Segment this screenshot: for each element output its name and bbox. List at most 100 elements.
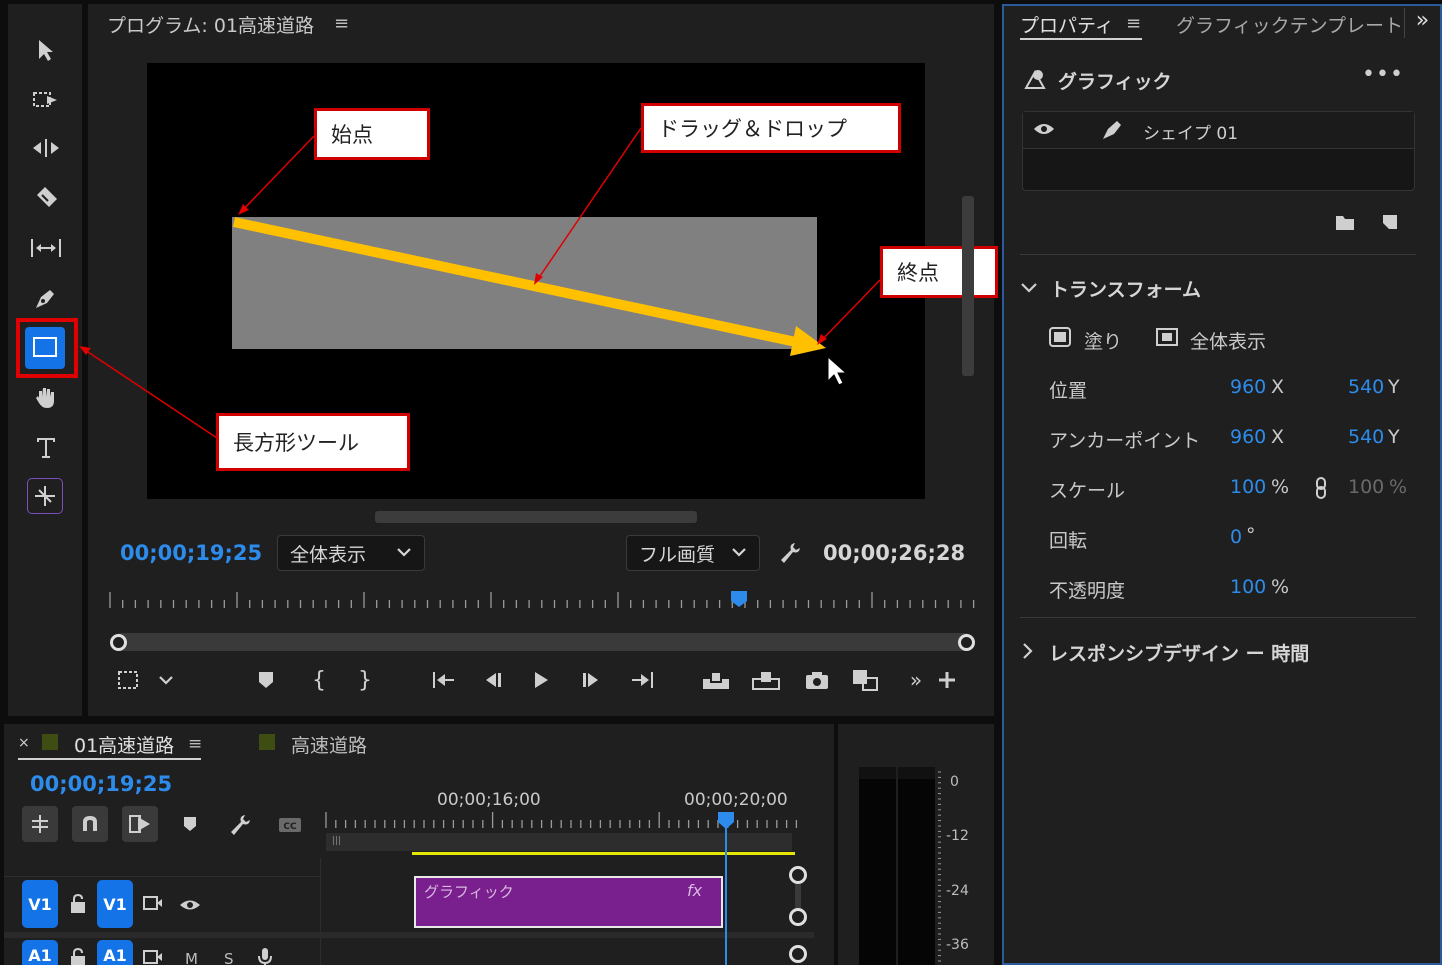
- audio-meter-scale: [938, 771, 941, 962]
- zoom-handle-right[interactable]: [958, 634, 975, 651]
- track-divider: [4, 932, 814, 938]
- current-timecode[interactable]: 00;00;19;25: [120, 541, 262, 565]
- more-options-icon[interactable]: •••: [1362, 62, 1404, 87]
- solo-button[interactable]: S: [224, 950, 234, 965]
- fit-icon[interactable]: [1155, 326, 1179, 352]
- marker-icon: [259, 672, 273, 688]
- anchor-y-value[interactable]: 540: [1348, 426, 1384, 448]
- lock-icon[interactable]: [69, 947, 87, 965]
- graphic-icon: [1022, 66, 1048, 96]
- track-divider: [4, 876, 320, 877]
- tab-graphic-templates[interactable]: グラフィックテンプレート: [1176, 11, 1403, 38]
- more-controls-button[interactable]: »: [900, 665, 932, 695]
- eye-icon[interactable]: [179, 897, 201, 917]
- tab-overflow-icon[interactable]: »: [1404, 8, 1440, 38]
- horizontal-scrollbar[interactable]: [375, 511, 697, 523]
- section-transform-title[interactable]: トランスフォーム: [1050, 275, 1201, 302]
- fill-icon[interactable]: [1048, 326, 1072, 352]
- insert-nest-button[interactable]: [22, 806, 58, 842]
- source-patch-v1[interactable]: V1: [22, 880, 58, 928]
- timeline-timecode[interactable]: 00;00;19;25: [30, 772, 172, 796]
- audio-scroll-handle[interactable]: [789, 945, 807, 963]
- add-marker-button[interactable]: [250, 665, 282, 695]
- vertical-scrollbar[interactable]: [962, 196, 974, 376]
- snap-button[interactable]: [72, 806, 108, 842]
- callout-end: 終点: [880, 246, 998, 298]
- add-marker-button[interactable]: [182, 815, 198, 837]
- track-scroll-track[interactable]: [795, 884, 801, 908]
- eye-icon[interactable]: [1033, 120, 1055, 142]
- quality-dropdown[interactable]: フル画質: [626, 535, 760, 571]
- work-area-grip[interactable]: |||: [332, 836, 341, 846]
- panel-menu-icon[interactable]: ≡: [1126, 13, 1141, 34]
- rotation-value[interactable]: 0: [1230, 526, 1242, 548]
- track-target-v1[interactable]: V1: [97, 880, 133, 928]
- settings-dropdown-button[interactable]: [150, 665, 182, 695]
- chevron-down-icon: [397, 548, 411, 557]
- microphone-icon[interactable]: [257, 947, 273, 965]
- track-scroll-handle-top[interactable]: [789, 866, 807, 884]
- camera-icon: [806, 672, 828, 689]
- zoom-scrollbar-track[interactable]: [112, 633, 974, 651]
- chevron-down-icon[interactable]: [1020, 280, 1038, 300]
- safe-margins-button[interactable]: [112, 665, 144, 695]
- layer-name[interactable]: シェイプ 01: [1143, 119, 1238, 144]
- position-y-value[interactable]: 540: [1348, 376, 1384, 398]
- step-back-button[interactable]: [477, 665, 509, 695]
- audio-meter-bar-left: [859, 767, 896, 965]
- source-patch-a1[interactable]: A1: [22, 940, 58, 965]
- scale-unit: %: [1271, 476, 1290, 498]
- wrench-icon[interactable]: [778, 540, 804, 570]
- work-area-bar[interactable]: [326, 833, 792, 851]
- timeline-settings-button[interactable]: [228, 812, 254, 842]
- panel-menu-icon[interactable]: ≡: [188, 734, 202, 754]
- captions-button[interactable]: CC: [277, 815, 303, 839]
- play-button[interactable]: [525, 665, 557, 695]
- wrench-icon: [231, 815, 250, 835]
- section-graphic-title: グラフィック: [1058, 71, 1172, 93]
- anchor-x-value[interactable]: 960: [1230, 426, 1266, 448]
- step-forward-button[interactable]: [575, 665, 607, 695]
- extract-button[interactable]: [750, 665, 782, 695]
- close-tab-icon[interactable]: ×: [18, 735, 30, 751]
- drag-arrow-shaft: [232, 217, 798, 347]
- section-responsive-title[interactable]: レスポンシブデザイン ー 時間: [1049, 639, 1309, 666]
- linked-selection-button[interactable]: [122, 806, 158, 842]
- monitor-time-ruler[interactable]: [104, 588, 984, 614]
- opacity-value[interactable]: 100: [1230, 576, 1266, 598]
- go-to-in-button[interactable]: [428, 665, 460, 695]
- new-folder-icon[interactable]: [1334, 212, 1356, 236]
- callout-start: 始点: [314, 108, 430, 160]
- add-button[interactable]: [931, 665, 963, 695]
- scale-value[interactable]: 100: [1230, 476, 1266, 498]
- timeline-tab-other[interactable]: 高速道路: [291, 731, 367, 758]
- sync-lock-icon[interactable]: [142, 895, 164, 915]
- comparison-view-button[interactable]: [850, 665, 882, 695]
- chevron-right-icon[interactable]: [1020, 642, 1034, 664]
- zoom-handle-left[interactable]: [110, 634, 127, 651]
- zoom-dropdown-value: 全体表示: [290, 543, 367, 566]
- go-to-out-button[interactable]: [626, 665, 658, 695]
- new-layer-icon[interactable]: [1379, 212, 1401, 236]
- export-frame-button[interactable]: [801, 665, 833, 695]
- zoom-dropdown[interactable]: 全体表示: [277, 535, 425, 571]
- audio-meter-label-0: 0: [950, 774, 959, 790]
- divider: [1020, 617, 1416, 618]
- position-label: 位置: [1049, 380, 1088, 402]
- timeline-tab-active[interactable]: 01高速道路: [74, 731, 174, 758]
- mute-button[interactable]: M: [185, 950, 198, 965]
- comparison-icon: [853, 670, 878, 691]
- track-scroll-handle-bottom[interactable]: [789, 908, 807, 926]
- marker-icon: [184, 817, 196, 831]
- mark-in-button[interactable]: {: [303, 665, 335, 695]
- sync-lock-icon[interactable]: [142, 949, 164, 965]
- position-x-value[interactable]: 960: [1230, 376, 1266, 398]
- link-icon[interactable]: [1314, 476, 1328, 504]
- svg-text:CC: CC: [283, 822, 297, 832]
- track-target-a1[interactable]: A1: [97, 940, 133, 965]
- tab-properties[interactable]: プロパティ: [1020, 11, 1114, 38]
- timeline-ruler[interactable]: [322, 812, 802, 830]
- lock-icon[interactable]: [69, 893, 87, 919]
- mark-out-button[interactable]: }: [349, 665, 381, 695]
- lift-button[interactable]: [700, 665, 732, 695]
